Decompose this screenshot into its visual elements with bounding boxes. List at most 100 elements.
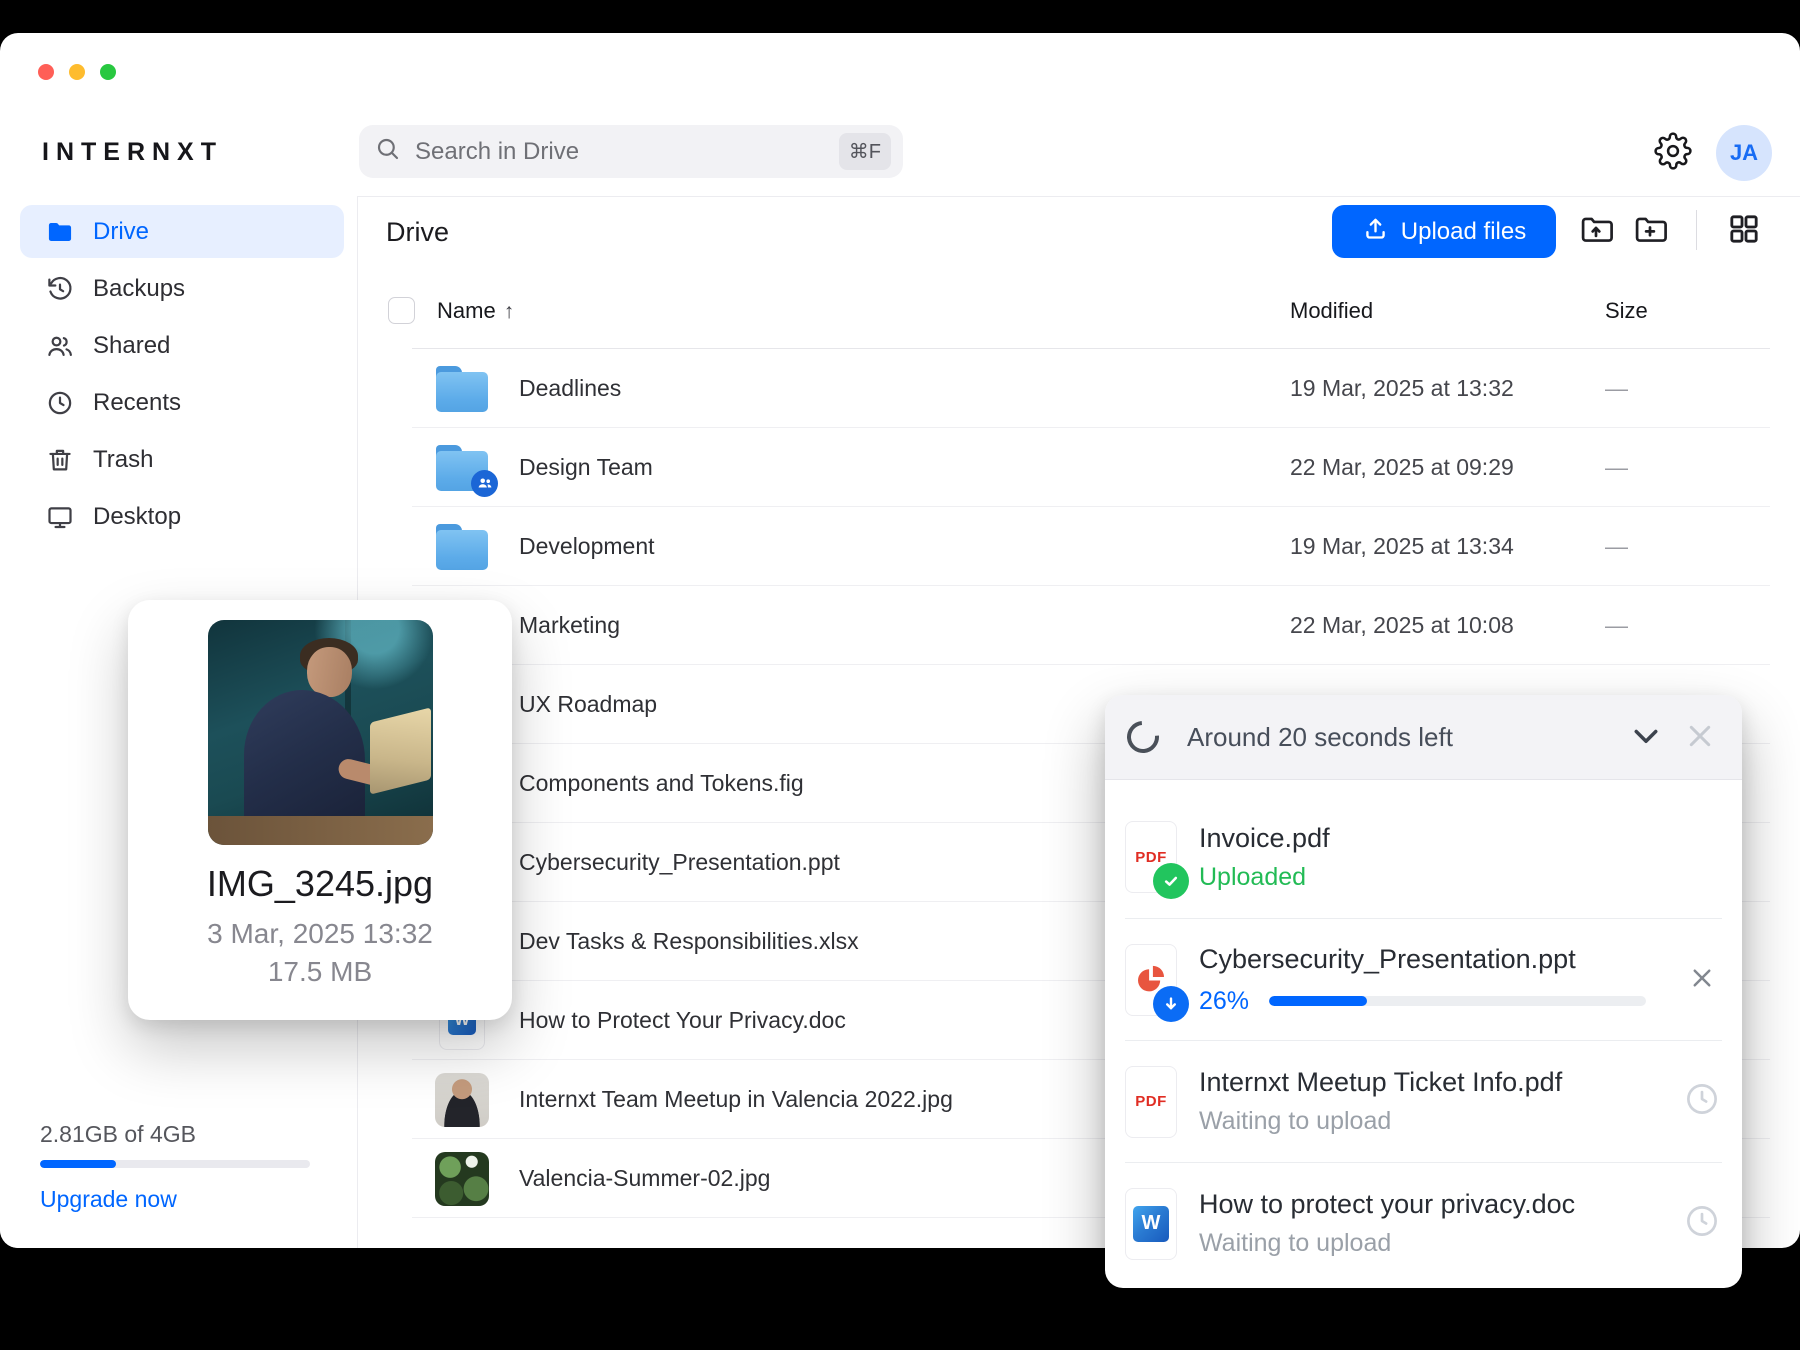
file-name: Dev Tasks & Responsibilities.xlsx	[519, 928, 859, 954]
drive-folder-icon	[45, 217, 75, 247]
search-bar[interactable]: ⌘F	[359, 125, 903, 178]
upload-item: PDF Internxt Meetup Ticket Info.pdf Waitin…	[1125, 1040, 1722, 1162]
internxt-logo: INTERNXT	[42, 138, 223, 166]
file-name: Marketing	[519, 612, 620, 638]
word-file-icon: W	[1125, 1187, 1177, 1260]
upload-panel-title: Around 20 seconds left	[1187, 721, 1453, 752]
sidebar-item-backups[interactable]: Backups	[20, 262, 344, 315]
close-window-button[interactable]	[38, 64, 54, 80]
file-preview-card: IMG_3245.jpg 3 Mar, 2025 13:32 17.5 MB	[128, 600, 512, 1020]
pdf-file-icon: PDF	[1125, 821, 1189, 899]
shared-badge	[471, 469, 498, 497]
minimize-window-button[interactable]	[69, 64, 85, 80]
select-all-checkbox[interactable]	[388, 297, 415, 324]
upload-files-button[interactable]: Upload files	[1332, 205, 1556, 258]
search-input[interactable]	[413, 136, 839, 167]
file-modified: 19 Mar, 2025 at 13:32	[1290, 375, 1514, 401]
folder-icon	[433, 507, 491, 586]
close-panel-button[interactable]	[1680, 717, 1720, 757]
photo-detail	[207, 815, 433, 845]
pdf-file-icon: PDF	[1125, 1065, 1177, 1138]
upload-item: W How to protect your privacy.doc Waiting …	[1125, 1162, 1722, 1284]
powerpoint-file-icon	[1125, 943, 1189, 1022]
file-size: —	[1605, 533, 1628, 559]
trash-icon	[45, 445, 75, 475]
file-name: Internxt Team Meetup in Valencia 2022.jp…	[519, 1086, 953, 1112]
avatar[interactable]: JA	[1716, 125, 1772, 181]
shared-folder-icon	[433, 428, 498, 507]
upload-item-status: Waiting to upload	[1199, 1107, 1392, 1135]
page-title: Drive	[386, 217, 450, 247]
close-icon	[1687, 963, 1717, 996]
column-header-size[interactable]: Size	[1605, 298, 1648, 324]
upload-progress-fill	[1269, 996, 1368, 1006]
table-row[interactable]: Marketing 22 Mar, 2025 at 10:08 —	[412, 586, 1770, 665]
upload-icon	[1362, 215, 1389, 249]
photo-detail	[306, 647, 352, 697]
storage-progress-fill	[40, 1160, 116, 1168]
sidebar-item-drive[interactable]: Drive	[20, 205, 344, 258]
column-header-modified[interactable]: Modified	[1290, 298, 1373, 324]
table-row[interactable]: Development 19 Mar, 2025 at 13:34 —	[412, 507, 1770, 586]
sidebar-nav: Drive Backups Shared Recents Trash Desktop	[0, 196, 357, 543]
desktop-monitor-icon	[45, 502, 75, 532]
storage-widget: 2.81GB of 4GB Upgrade now	[40, 1121, 310, 1213]
collapse-panel-button[interactable]	[1626, 717, 1666, 757]
file-name: Deadlines	[519, 375, 622, 401]
file-name: Components and Tokens.fig	[519, 770, 804, 796]
cancel-upload-button[interactable]	[1682, 960, 1722, 1000]
folder-upload-icon	[1578, 211, 1614, 250]
preview-filename: IMG_3245.jpg	[206, 863, 434, 904]
file-name: How to Protect Your Privacy.doc	[519, 1007, 846, 1033]
sidebar-item-trash[interactable]: Trash	[20, 433, 344, 486]
upload-item-name: Internxt Meetup Ticket Info.pdf	[1199, 1067, 1563, 1097]
upload-percent-label: 26%	[1199, 986, 1250, 1015]
settings-button[interactable]	[1651, 131, 1695, 175]
table-row[interactable]: Design Team 22 Mar, 2025 at 09:29 —	[412, 428, 1770, 507]
maximize-window-button[interactable]	[100, 64, 116, 80]
file-name: UX Roadmap	[519, 691, 658, 717]
toolbar-divider	[1696, 210, 1697, 250]
chevron-down-icon	[1628, 718, 1664, 757]
file-name: Design Team	[519, 454, 653, 480]
upgrade-now-link[interactable]: Upgrade now	[40, 1186, 310, 1213]
create-folder-button[interactable]	[1628, 208, 1672, 252]
upload-progress-bar	[1269, 996, 1646, 1006]
sidebar-item-desktop[interactable]: Desktop	[20, 490, 344, 543]
name-column-label: Name	[437, 298, 496, 323]
upload-item: PDF Invoice.pdf Uploaded	[1125, 796, 1722, 918]
column-header-name[interactable]: Name ↑	[437, 298, 514, 324]
upload-item: Cybersecurity_Presentation.ppt 26%	[1125, 918, 1722, 1040]
grid-view-icon	[1727, 212, 1761, 249]
sidebar-item-recents[interactable]: Recents	[20, 376, 344, 429]
sort-ascending-icon: ↑	[503, 300, 515, 323]
upload-item-name: Invoice.pdf	[1199, 822, 1330, 853]
upload-item-name: How to protect your privacy.doc	[1199, 1189, 1576, 1219]
sidebar-item-label: Drive	[93, 217, 150, 245]
backups-history-icon	[45, 274, 75, 304]
photo-detail	[243, 689, 365, 825]
sidebar-item-shared[interactable]: Shared	[20, 319, 344, 372]
close-icon	[1682, 718, 1718, 757]
gear-icon	[1654, 131, 1692, 175]
file-size: —	[1605, 612, 1628, 638]
grid-view-button[interactable]	[1722, 208, 1766, 252]
recents-clock-icon	[45, 388, 75, 418]
folder-plus-icon	[1632, 211, 1668, 250]
photo-detail	[369, 706, 431, 795]
table-row[interactable]: Deadlines 19 Mar, 2025 at 13:32 —	[412, 349, 1770, 428]
storage-usage-label: 2.81GB of 4GB	[40, 1121, 196, 1147]
storage-progress-bar	[40, 1160, 310, 1168]
file-size: —	[1605, 454, 1628, 480]
preview-size: 17.5 MB	[267, 956, 373, 987]
sidebar-item-label: Shared	[93, 331, 171, 359]
upload-folder-button[interactable]	[1574, 208, 1618, 252]
sidebar-item-label: Recents	[93, 388, 182, 416]
image-thumbnail	[433, 1139, 491, 1218]
upload-items: PDF Invoice.pdf Uploaded Cybersecurity_Pres…	[1105, 780, 1742, 1284]
folder-icon	[433, 349, 491, 428]
uploaded-check-badge	[1153, 863, 1189, 899]
upload-item-status: Uploaded	[1199, 862, 1307, 891]
file-size: —	[1605, 375, 1628, 401]
sidebar-item-label: Backups	[93, 274, 186, 302]
